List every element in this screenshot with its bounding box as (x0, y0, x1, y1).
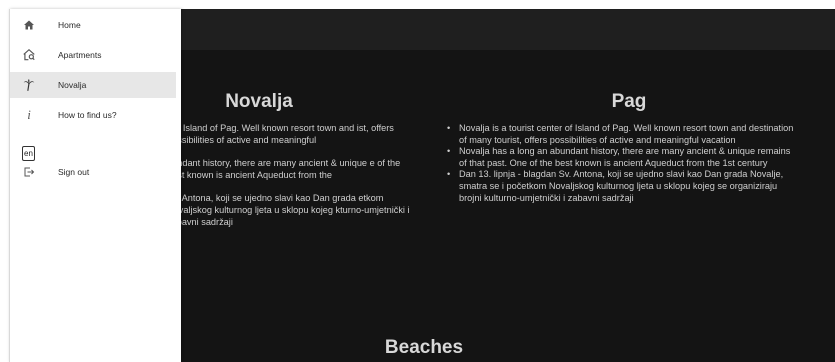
section-title-beaches: Beaches (384, 337, 464, 358)
list-item: bundant history, there are many ancient … (155, 158, 415, 181)
drawer-item-label: Novalja (58, 80, 87, 90)
list-item: Novalja has a long an abundant history, … (447, 146, 797, 169)
list-item: r of Island of Pag. Well known resort to… (155, 123, 415, 146)
list-item: Sv. Antona, koji se ujedno slavi kao Dan… (155, 193, 415, 228)
navigation-drawer: Home Apartments Novalja i How to find us… (9, 9, 181, 362)
sign-out-icon (22, 165, 36, 179)
drawer-item-label: Sign out (58, 167, 90, 177)
drawer-item-novalja[interactable]: Novalja (10, 72, 176, 98)
pag-bullet-list: Novalja is a tourist center of Island of… (447, 123, 797, 204)
drawer-item-label: How to find us? (58, 110, 117, 120)
info-icon: i (27, 107, 31, 122)
column-title-novalja: Novalja (225, 91, 293, 112)
novalja-bullet-list: r of Island of Pag. Well known resort to… (155, 123, 415, 228)
list-item: Novalja is a tourist center of Island of… (447, 123, 797, 146)
drawer-item-home[interactable]: Home (10, 12, 176, 38)
drawer-item-apartments[interactable]: Apartments (10, 42, 176, 68)
drawer-item-sign-out[interactable]: Sign out (10, 159, 176, 185)
drawer-item-label: Apartments (58, 50, 102, 60)
apartment-search-icon (22, 48, 36, 62)
drawer-item-label: Home (58, 20, 81, 30)
palm-tree-icon (22, 78, 36, 92)
column-title-pag: Pag (611, 91, 647, 112)
list-item: Dan 13. lipnja - blagdan Sv. Antona, koj… (447, 169, 797, 204)
home-icon (22, 18, 36, 32)
drawer-item-how-to-find-us[interactable]: i How to find us? (10, 102, 176, 128)
